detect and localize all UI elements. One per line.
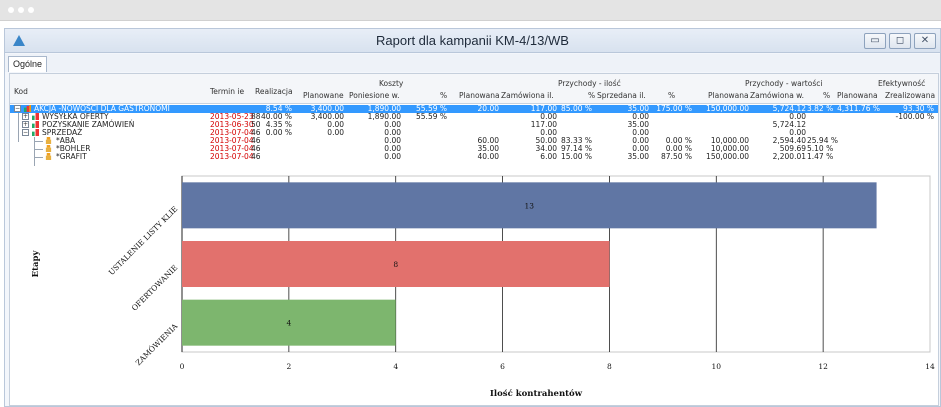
- window-dot-minimize[interactable]: [18, 7, 24, 13]
- cell-pi-pct: 15.00 %: [561, 152, 592, 161]
- x-tick-label: 2: [286, 362, 291, 371]
- close-button[interactable]: ✕: [914, 33, 936, 49]
- cell-pw-plan: 150,000.00: [706, 104, 749, 113]
- col-pi-sprz[interactable]: Sprzedana il.: [597, 91, 646, 100]
- cell-pw-plan: 150,000.00: [706, 152, 749, 161]
- report-grid: Kod Termin ie Realizacja Koszty Planowan…: [10, 74, 938, 166]
- cell-pw-pct: 3.82 %: [807, 104, 834, 113]
- tree-line: [35, 141, 43, 142]
- cell-pi-zam: 6.00: [540, 152, 557, 161]
- x-tick-label: 12: [818, 362, 828, 371]
- collapse-toggle-icon[interactable]: −: [14, 105, 21, 112]
- col-pi-pct2[interactable]: %: [668, 91, 675, 100]
- tree-line: [35, 157, 43, 158]
- stage-icon: [32, 121, 39, 128]
- group-przychody-wartosci: Przychody - wartości: [745, 79, 823, 88]
- contractor-icon: [45, 145, 52, 152]
- col-pi-zam[interactable]: Zamówiona il.: [501, 91, 554, 100]
- col-ef-zreal[interactable]: Zrealizowana: [885, 91, 935, 100]
- tab-general[interactable]: Ogólne: [8, 56, 48, 72]
- bar-value-label: 8: [393, 260, 398, 269]
- report-window: Raport dla kampanii KM-4/13/WB ▭ ◻ ✕ Ogó…: [4, 28, 941, 407]
- group-efektywnosc: Efektywność: [878, 79, 926, 88]
- cell-koszty-pon: 0.00: [384, 152, 401, 161]
- cell-pi-sprz: 35.00: [627, 152, 649, 161]
- window-dot-zoom[interactable]: [28, 7, 34, 13]
- cell-termin: 2013-07-04: [210, 152, 254, 161]
- bar-value-label: 13: [525, 201, 535, 210]
- contractor-icon: [45, 137, 52, 144]
- x-axis-title: Ilość kontrahentów: [490, 388, 583, 399]
- col-koszty-plan[interactable]: Planowane: [303, 91, 344, 100]
- cell-ef-plan: 4,311.76 %: [837, 104, 880, 113]
- collapse-toggle-icon[interactable]: −: [22, 129, 29, 136]
- col-pi-plan[interactable]: Planowana: [459, 91, 500, 100]
- minimize-button[interactable]: ▭: [864, 33, 886, 49]
- maximize-button[interactable]: ◻: [889, 33, 911, 49]
- x-tick-label: 10: [712, 362, 722, 371]
- cell-pi-pct2: 175.00 %: [656, 104, 692, 113]
- window-title: Raport dla kampanii KM-4/13/WB: [376, 33, 569, 48]
- expand-toggle-icon[interactable]: +: [22, 113, 29, 120]
- cell-ef-zreal: -100.00 %: [895, 112, 934, 121]
- cell-pi-plan: 20.00: [477, 104, 499, 113]
- cell-koszty-plan: 0.00: [327, 128, 344, 137]
- table-row[interactable]: *GRAFIT 2013-07-04 46 0.00 40.00 6.00 15…: [10, 153, 938, 161]
- contractor-icon: [45, 153, 52, 160]
- cell-pi-plan: 40.00: [477, 152, 499, 161]
- col-realizacja[interactable]: Realizacja: [255, 87, 293, 96]
- col-ef-plan[interactable]: Planowana: [837, 91, 878, 100]
- cell-pi-pct: 85.00 %: [561, 104, 592, 113]
- category-label: OFERTOWANIE: [130, 263, 180, 313]
- tree-line: [35, 149, 43, 150]
- report-panel: Kod Termin ie Realizacja Koszty Planowan…: [9, 73, 939, 406]
- cell-pw-zam: 2,200.01: [772, 152, 806, 161]
- category-label: USTALENIE LISTY KLIE: [107, 204, 180, 277]
- campaign-icon: [24, 105, 31, 112]
- category-label: ZAMÓWIENIA: [134, 321, 180, 367]
- expand-toggle-icon[interactable]: +: [22, 121, 29, 128]
- bar-value-label: 4: [286, 319, 291, 328]
- cell-koszty-pct: 55.59 %: [416, 112, 447, 121]
- col-pw-pct[interactable]: %: [823, 91, 830, 100]
- col-pw-plan[interactable]: Planowana: [708, 91, 749, 100]
- x-tick-label: 6: [500, 362, 505, 371]
- col-pi-pct[interactable]: %: [588, 91, 595, 100]
- window-title-bar: Raport dla kampanii KM-4/13/WB ▭ ◻ ✕: [5, 29, 940, 53]
- group-koszty: Koszty: [379, 79, 404, 88]
- os-title-bar: [0, 0, 941, 21]
- y-axis-title: Etapy: [31, 250, 41, 278]
- x-tick-label: 0: [180, 362, 185, 371]
- cell-pw-pct: 1.47 %: [807, 152, 834, 161]
- window-dot-close[interactable]: [8, 7, 14, 13]
- x-tick-label: 4: [393, 362, 398, 371]
- x-tick-label: 14: [925, 362, 935, 371]
- cell-termin-days: 46: [251, 152, 261, 161]
- col-kod[interactable]: Kod: [14, 87, 28, 96]
- col-koszty-pon[interactable]: Poniesione w.: [349, 91, 399, 100]
- group-przychody-ilosc: Przychody - ilość: [558, 79, 621, 88]
- chart-canvas: 0 2 4 6 8 10 12 14 13 USTALENIE LISTY KLIE 8 OFERTO…: [31, 175, 935, 399]
- x-tick-label: 8: [607, 362, 612, 371]
- stage-icon: [32, 129, 39, 136]
- grid-header: Kod Termin ie Realizacja Koszty Planowan…: [10, 74, 938, 104]
- col-termin[interactable]: Termin ie: [210, 87, 244, 96]
- stage-icon: [32, 113, 39, 120]
- cell-pi-pct2: 87.50 %: [661, 152, 692, 161]
- col-pw-zam[interactable]: Zamówiona w.: [750, 91, 804, 100]
- col-koszty-pct[interactable]: %: [440, 91, 447, 100]
- cell-kod: *GRAFIT: [56, 152, 87, 161]
- tab-bar: Ogólne: [5, 54, 940, 72]
- stage-bar-chart: 0 2 4 6 8 10 12 14 13 USTALENIE LISTY KLIE 8 OFERTO…: [10, 174, 938, 407]
